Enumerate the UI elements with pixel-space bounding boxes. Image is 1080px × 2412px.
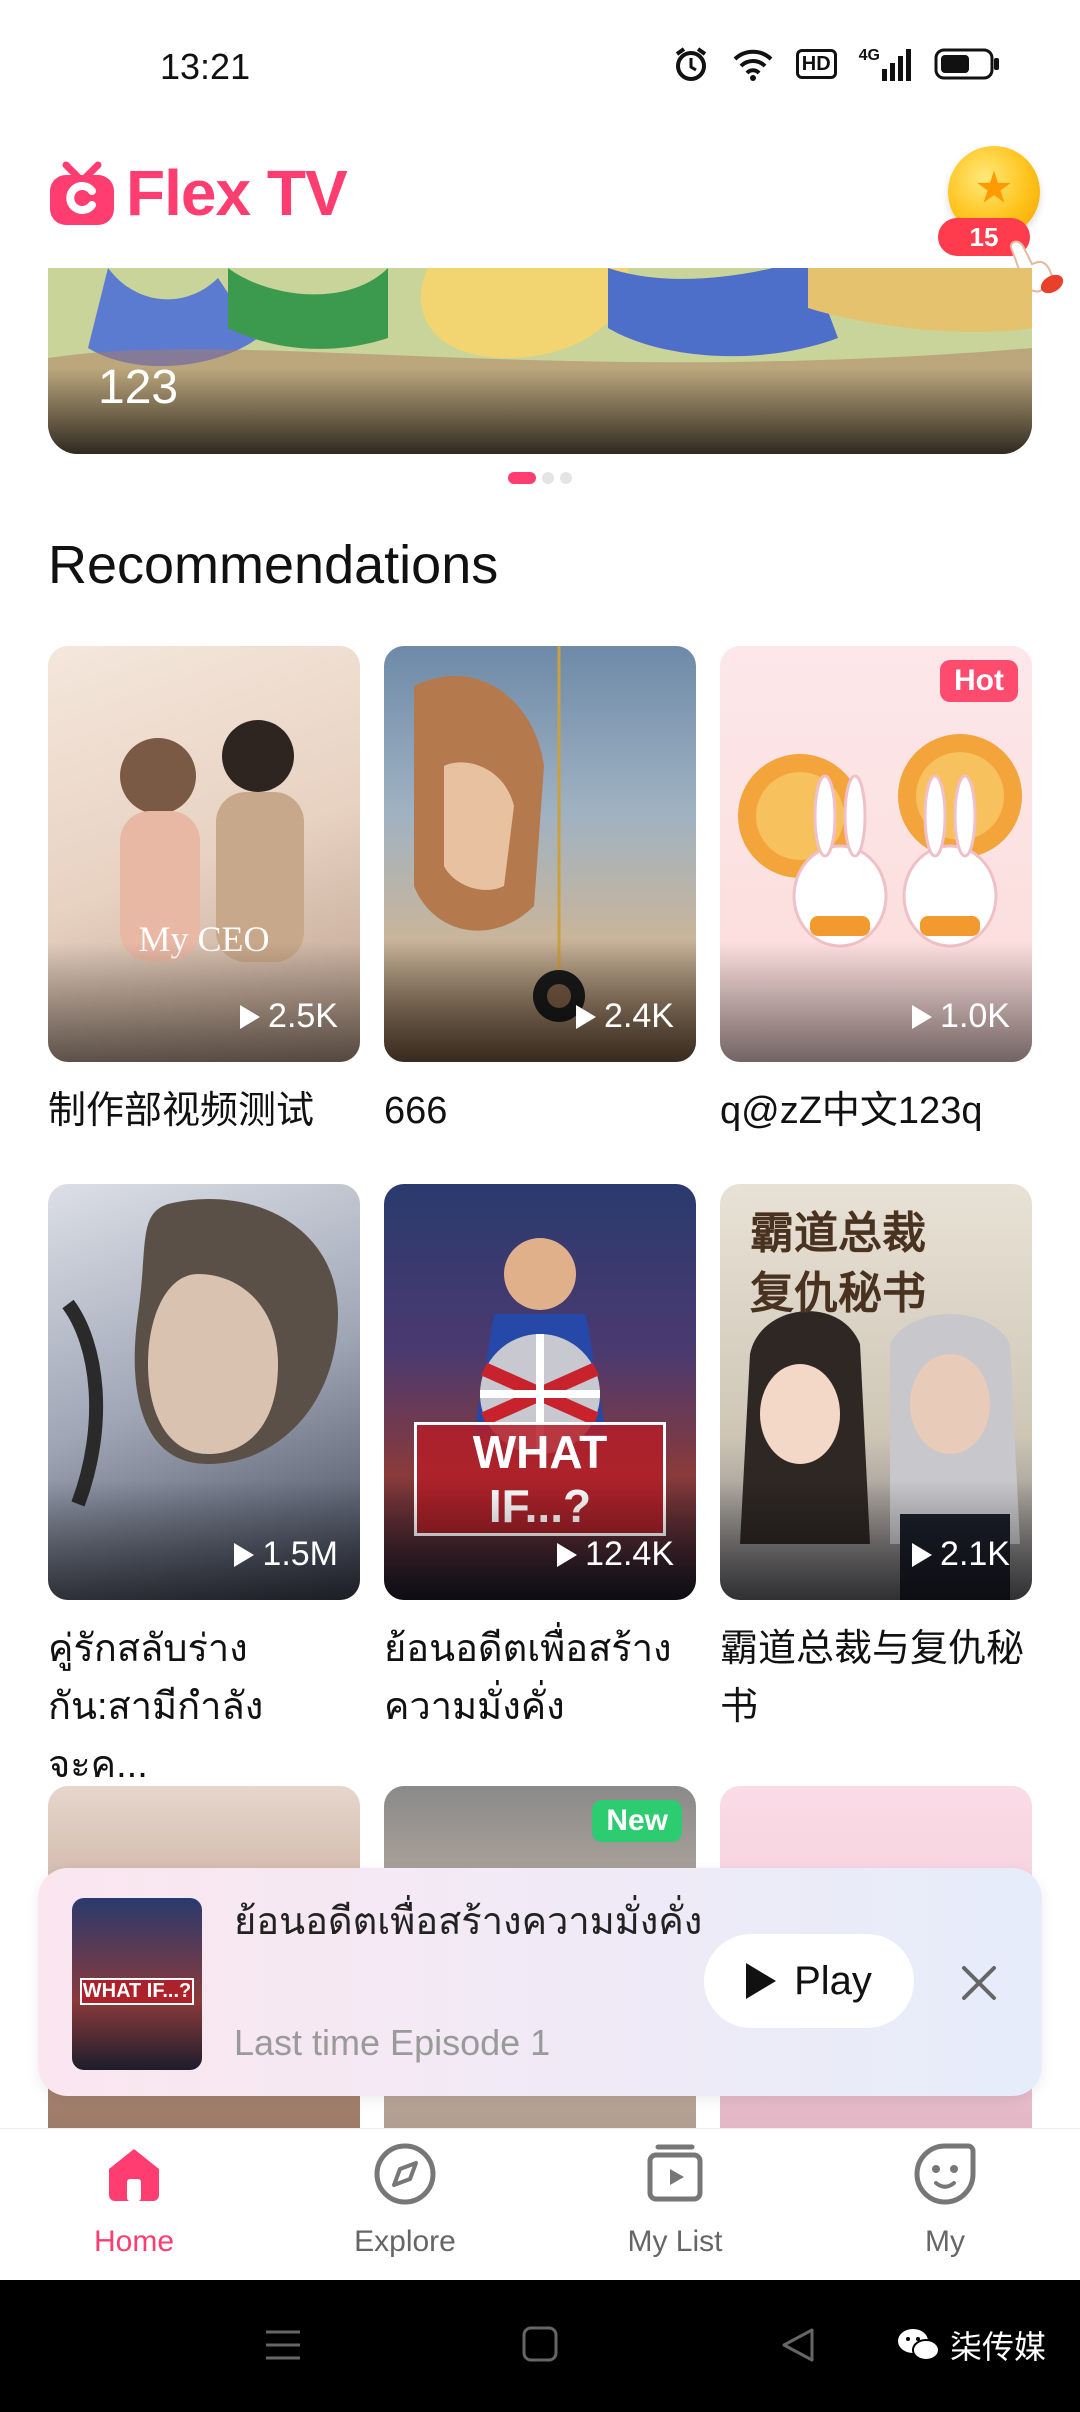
compass-icon	[374, 2143, 436, 2205]
watermark-text: 柒传媒	[949, 2329, 1046, 2365]
drama-card[interactable]: 霸道总裁 复仇秘书 2.1K 霸道总裁与复仇秘书	[720, 1184, 1032, 1736]
play-icon	[746, 1963, 777, 1999]
drama-card[interactable]: Hot 1.0K q@zZ中文123q	[720, 646, 1032, 1140]
nav-my[interactable]: My	[845, 2141, 1045, 2259]
alarm-icon	[672, 45, 710, 83]
drama-title: 霸道总裁与复仇秘书	[720, 1628, 1025, 1728]
banner-artwork	[48, 268, 1032, 454]
nav-label: My	[925, 2225, 965, 2258]
wifi-icon	[732, 47, 774, 81]
view-count-text: 2.4K	[604, 997, 674, 1035]
drama-poster: My CEO 2.5K	[48, 646, 360, 1062]
pagination-dot[interactable]	[508, 472, 536, 484]
play-label: Play	[794, 1958, 872, 2003]
drama-title: 666	[384, 1090, 448, 1132]
play-icon	[557, 1542, 578, 1567]
drama-title: 制作部视频测试	[48, 1090, 315, 1132]
back-icon[interactable]	[778, 2324, 818, 2366]
battery-icon	[934, 47, 1000, 81]
nav-label: Home	[93, 2225, 175, 2258]
drama-card[interactable]: WHAT IF...? 12.4K ย้อนอดีตเพื่อสร้างความ…	[384, 1184, 696, 1736]
play-icon	[240, 1004, 261, 1029]
logo-tv-icon	[50, 161, 114, 225]
view-count-text: 12.4K	[585, 1535, 674, 1573]
drama-card[interactable]: 1.5M คู่รักสลับร่างกัน:สามีกำลังจะค...	[48, 1184, 360, 1794]
view-count-text: 2.5K	[268, 997, 338, 1035]
view-count: 2.5K	[240, 997, 338, 1036]
menu-icon[interactable]	[262, 2324, 304, 2366]
play-icon	[912, 1004, 933, 1029]
continue-watching-bar[interactable]: WHAT IF...? ย้อนอดีตเพื่อสร้างความมั่งคั…	[38, 1868, 1042, 2096]
profile-face-icon	[914, 2143, 976, 2205]
hot-badge: Hot	[940, 660, 1018, 702]
drama-poster: Hot 1.0K	[720, 646, 1032, 1062]
star-icon: ★	[974, 163, 1014, 213]
pagination-dot[interactable]	[560, 472, 572, 484]
play-icon	[234, 1542, 255, 1567]
view-count: 1.0K	[912, 997, 1010, 1036]
poster-caption: WHAT IF...?	[80, 1978, 194, 2005]
section-title: Recommendations	[48, 535, 499, 595]
status-time: 13:21	[160, 46, 251, 87]
nav-label: My List	[627, 2225, 723, 2258]
app-name: Flex TV	[126, 157, 348, 229]
home-icon	[109, 2149, 159, 2201]
app-logo: Flex TV	[46, 156, 348, 230]
pagination-dot[interactable]	[542, 472, 554, 484]
continue-watching-episode: Last time Episode 1	[234, 2022, 551, 2063]
view-count-text: 1.0K	[940, 997, 1010, 1035]
play-icon	[912, 1542, 933, 1567]
view-count-text: 2.1K	[940, 1535, 1010, 1573]
view-count-text: 1.5M	[262, 1535, 338, 1573]
drama-card[interactable]: 2.4K 666	[384, 646, 696, 1140]
nav-explore[interactable]: Explore	[305, 2141, 505, 2259]
playlist-icon	[647, 2144, 703, 2202]
drama-card[interactable]: My CEO 2.5K 制作部视频测试	[48, 646, 360, 1140]
drama-poster: 1.5M	[48, 1184, 360, 1600]
view-count: 2.4K	[576, 997, 674, 1036]
app-header: Flex TV ★ 15	[0, 130, 1080, 294]
view-count: 12.4K	[557, 1535, 674, 1574]
play-icon	[576, 1004, 597, 1029]
view-count: 1.5M	[234, 1535, 338, 1574]
hd-icon: HD	[795, 49, 837, 79]
bottom-navigation: Home Explore My List My	[0, 2128, 1080, 2280]
new-badge: New	[592, 1800, 682, 1842]
poster-caption: 霸道总裁 复仇秘书	[750, 1208, 926, 1319]
nav-my-list[interactable]: My List	[575, 2141, 775, 2259]
banner-pagination	[0, 472, 1080, 484]
signal-icon: 4G	[859, 47, 912, 81]
banner-caption: 123	[98, 361, 179, 414]
nav-label: Explore	[354, 2225, 456, 2258]
network-label: 4G	[858, 47, 880, 64]
play-button[interactable]: Play	[704, 1934, 914, 2028]
drama-poster: WHAT IF...? 12.4K	[384, 1184, 696, 1600]
drama-poster: 2.4K	[384, 646, 696, 1062]
status-bar: 13:21 HD 4G	[0, 0, 1080, 130]
status-icons: HD 4G	[672, 44, 1000, 84]
drama-poster: 霸道总裁 复仇秘书 2.1K	[720, 1184, 1032, 1600]
nav-home[interactable]: Home	[34, 2141, 234, 2259]
drama-title: q@zZ中文123q	[720, 1090, 983, 1132]
close-icon[interactable]	[956, 1960, 1002, 2006]
continue-watching-poster: WHAT IF...?	[72, 1898, 202, 2070]
drama-title: คู่รักสลับร่างกัน:สามีกำลังจะค...	[48, 1628, 264, 1786]
watermark: 柒传媒	[896, 2322, 1046, 2368]
hero-banner[interactable]: 123	[48, 268, 1032, 454]
view-count: 2.1K	[912, 1535, 1010, 1574]
system-navigation-bar: 柒传媒	[0, 2280, 1080, 2412]
wechat-icon	[897, 2329, 940, 2361]
home-square-icon[interactable]	[520, 2324, 560, 2364]
drama-title: ย้อนอดีตเพื่อสร้างความมั่งคั่ง	[384, 1628, 672, 1728]
continue-watching-title: ย้อนอดีตเพื่อสร้างความมั่งคั่ง	[234, 1901, 703, 1943]
